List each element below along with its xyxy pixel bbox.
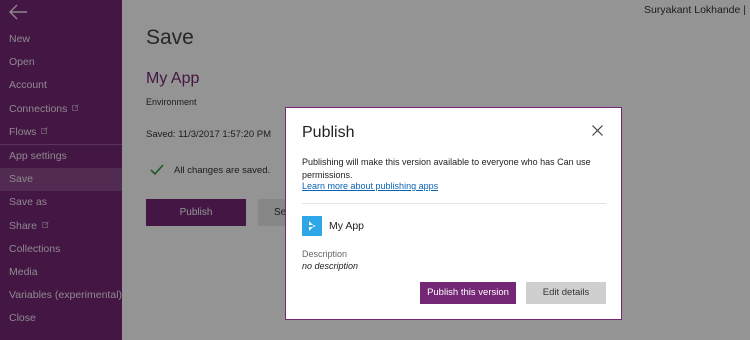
description-value: no description [302, 261, 359, 271]
dialog-title: Publish [302, 124, 355, 141]
divider [302, 203, 606, 204]
description-label: Description [302, 249, 348, 259]
publish-dialog: Publish Publishing will make this versio… [285, 107, 622, 320]
power-apps-icon [309, 221, 316, 231]
learn-more-link[interactable]: Learn more about publishing apps [302, 181, 438, 191]
app-name: My App [329, 220, 365, 232]
publish-this-version-button[interactable]: Publish this version [420, 282, 516, 304]
edit-details-button[interactable]: Edit details [526, 282, 606, 304]
close-icon[interactable] [592, 125, 603, 136]
app-icon [302, 216, 322, 236]
dialog-message: Publishing will make this version availa… [302, 157, 591, 180]
app-window: New Open Account Connections Flows App s… [0, 0, 750, 340]
